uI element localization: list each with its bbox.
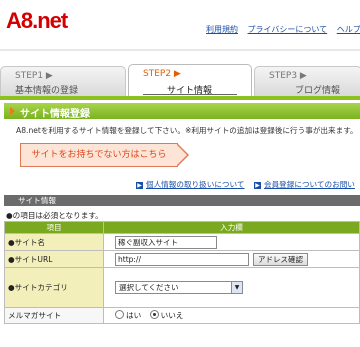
table-row: ●サイト名 稼ぐ副収入サイト (4, 233, 360, 251)
required-note: ●の項目は必須となります。 (6, 211, 103, 220)
column-input: 入力欄 (103, 221, 360, 234)
member-registration-link[interactable]: ▶ 会員登録についてのお問い (254, 179, 355, 190)
column-item: 項目 (4, 221, 104, 234)
address-check-button[interactable]: アドレス確認 (253, 252, 308, 266)
mailmag-yes-label[interactable]: はい (126, 311, 141, 320)
terms-link[interactable]: 利用規約 (206, 25, 238, 34)
site-url-input[interactable]: http:// (115, 252, 249, 266)
site-url-label: ●サイトURL (4, 250, 104, 268)
step1-tab: STEP1 ▶ 基本情報の登録 (0, 66, 126, 97)
arrow-right-icon (10, 107, 15, 115)
table-row: ●サイトカテゴリ 選択してください ▼ (4, 267, 360, 308)
table-row: メルマガサイト はい いいえ (4, 307, 360, 324)
top-links: 利用規約 プライバシーについて ヘルプ (206, 24, 360, 35)
link-arrow-icon: ▶ (254, 182, 261, 189)
site-name-label: ●サイト名 (4, 233, 104, 251)
a8-logo[interactable]: A8.net (6, 8, 68, 34)
arrow-shape-fill (176, 144, 187, 166)
step2-tab-active: STEP2 ▶ サイト情報 (128, 64, 252, 97)
mailmag-no-label[interactable]: いいえ (161, 311, 184, 320)
step1-number: STEP1 ▶ (15, 71, 53, 81)
step1-title: 基本情報の登録 (15, 86, 79, 96)
step2-number: STEP2 ▶ (143, 69, 181, 79)
form-header: サイト情報 (4, 195, 360, 206)
site-category-label: ●サイトカテゴリ (4, 267, 104, 308)
chevron-down-icon[interactable]: ▼ (231, 282, 242, 293)
step3-title: ブログ情報 (295, 86, 341, 96)
site-name-input[interactable]: 稼ぐ副収入サイト (115, 235, 217, 249)
mailmag-label: メルマガサイト (4, 307, 104, 324)
table-header-row: 項目 入力欄 (4, 221, 360, 234)
help-link[interactable]: ヘルプ (337, 25, 360, 34)
mailmag-cell: はい いいえ (103, 307, 360, 324)
intro-text: A8.netを利用するサイト情報を登録して下さい。※利用サイトの追加は登録後に行… (16, 126, 358, 135)
step3-tab: STEP3 ▶ ブログ情報 (254, 66, 360, 97)
section-title-bar: サイト情報登録 (4, 103, 360, 120)
site-url-cell: http:// アドレス確認 (103, 250, 360, 268)
site-category-select[interactable]: 選択してください ▼ (115, 281, 243, 294)
no-site-button[interactable]: サイトをお持ちでない方はこちら (20, 143, 190, 167)
header-divider (0, 49, 360, 51)
privacy-policy-link[interactable]: ▶ 個人情報の取り扱いについて (136, 179, 245, 190)
site-category-cell: 選択してください ▼ (103, 267, 360, 308)
step2-underline (143, 94, 237, 95)
table-row: ●サイトURL http:// アドレス確認 (4, 250, 360, 268)
steps-underbar (0, 96, 360, 100)
step3-number: STEP3 ▶ (269, 71, 307, 81)
no-site-button-label[interactable]: サイトをお持ちでない方はこちら (20, 143, 178, 167)
mailmag-yes-radio[interactable] (115, 310, 124, 319)
mailmag-no-radio[interactable] (149, 310, 159, 319)
site-name-cell: 稼ぐ副収入サイト (103, 233, 360, 251)
link-arrow-icon: ▶ (136, 182, 143, 189)
site-info-table: 項目 入力欄 ●サイト名 稼ぐ副収入サイト ●サイトURL http:// アドレ… (4, 221, 360, 324)
section-title: サイト情報登録 (20, 109, 90, 120)
privacy-link[interactable]: プライバシーについて (248, 25, 328, 34)
